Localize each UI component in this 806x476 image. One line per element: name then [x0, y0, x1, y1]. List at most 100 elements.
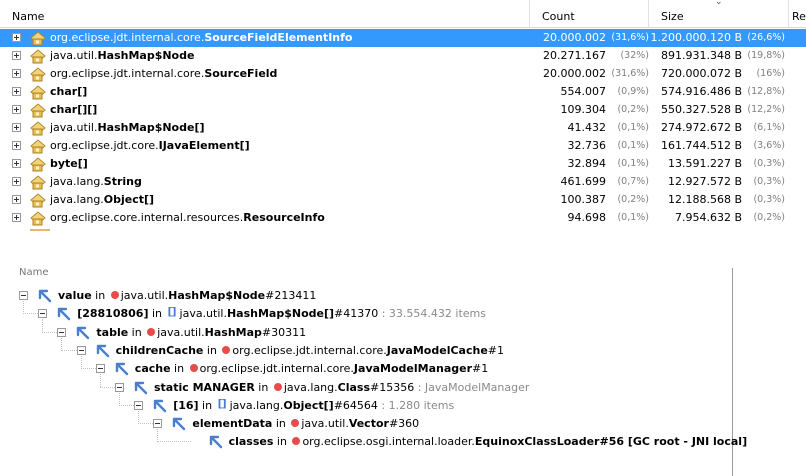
- collapse-toggle-icon[interactable]: [134, 400, 144, 410]
- tree-column-header[interactable]: Name: [19, 267, 49, 278]
- partial-row: [0, 229, 806, 232]
- class-package-icon: [30, 139, 46, 154]
- expand-toggle-icon[interactable]: [12, 105, 21, 114]
- table-row[interactable]: java.util.HashMap$Node[] 41.432 (0,1%) 274.…: [0, 119, 806, 137]
- collapse-toggle-icon[interactable]: [19, 291, 28, 300]
- class-name: char[]: [50, 85, 88, 98]
- class-name: byte[]: [50, 157, 88, 170]
- class-package-icon: [30, 157, 46, 172]
- tree-connector-horizontal: [157, 441, 191, 443]
- class-name: java.util.HashMap$Node[]: [50, 121, 205, 134]
- column-header-count[interactable]: Count: [530, 0, 649, 28]
- class-package-icon: [30, 103, 46, 118]
- node-note: : 33.554.432 items: [378, 307, 486, 321]
- expand-toggle-icon[interactable]: [12, 213, 21, 222]
- shallow-size: 12.927.572 B: [667, 175, 742, 188]
- reference-label: cache in org.eclipse.jdt.internal.core.J…: [134, 362, 489, 376]
- array-brackets-icon: [168, 305, 178, 318]
- instance-count: 41.432: [567, 121, 607, 134]
- collapse-toggle-icon[interactable]: [115, 382, 124, 392]
- instance-count-percent: (0,2%): [617, 194, 649, 205]
- expand-toggle-icon[interactable]: [12, 87, 21, 96]
- class-package-icon: [30, 211, 46, 226]
- tree-connector-vertical: [23, 301, 24, 315]
- expand-toggle-icon[interactable]: [12, 141, 21, 150]
- field-name: value: [58, 289, 92, 302]
- instance-count: 94.698: [567, 211, 607, 224]
- shallow-size: 574.916.486 B: [660, 85, 742, 98]
- field-name: childrenCache: [115, 343, 204, 357]
- instance-dot-icon: [292, 437, 301, 446]
- reference-label: elementData in java.util.Vector#360: [192, 417, 420, 431]
- instance-count: 461.699: [560, 175, 607, 188]
- class-name: java.lang.Object[]: [50, 193, 155, 206]
- instance-count: 554.007: [560, 85, 607, 98]
- shallow-size-percent: (0,3%): [753, 176, 785, 187]
- shallow-size: 891.931.348 B: [660, 49, 742, 62]
- reference-label: childrenCache in org.eclipse.jdt.interna…: [115, 343, 504, 357]
- table-row[interactable]: java.lang.String 461.699 (0,7%) 12.927.572 …: [0, 173, 806, 191]
- shallow-size: 550.327.528 B: [660, 103, 742, 116]
- class-package-icon: [30, 49, 46, 64]
- table-row[interactable]: org.eclipse.jdt.core.IJavaElement[] 32.73…: [0, 137, 806, 155]
- table-row[interactable]: byte[] 32.894 (0,1%) 13.591.227 B (0,3%): [0, 155, 806, 173]
- gc-root-path-tree: Name value in java.util.HashMap$Node#213…: [0, 267, 747, 476]
- collapse-toggle-icon[interactable]: [57, 327, 67, 337]
- expand-toggle-icon[interactable]: [12, 69, 21, 78]
- table-row[interactable]: org.eclipse.jdt.internal.core.SourceFiel…: [0, 65, 806, 83]
- tree-connector-horizontal: [61, 349, 77, 351]
- sort-descending-icon: ⌄: [715, 0, 723, 7]
- expand-toggle-icon[interactable]: [12, 51, 21, 60]
- reference-arrow-icon: [57, 308, 71, 321]
- collapse-toggle-icon[interactable]: [153, 419, 163, 429]
- instance-count: 32.736: [567, 139, 607, 152]
- tree-connector-vertical: [61, 337, 63, 351]
- table-row[interactable]: java.util.HashMap$Node 20.271.167 (32%) 891…: [0, 47, 806, 65]
- table-row[interactable]: org.eclipse.core.internal.resources.Reso…: [0, 209, 806, 227]
- tree-connector-horizontal: [99, 386, 115, 388]
- column-header-size[interactable]: Size ⌄: [649, 0, 789, 28]
- expand-toggle-icon[interactable]: [12, 195, 21, 204]
- field-name: [16]: [173, 398, 199, 412]
- tree-connector-horizontal: [23, 313, 39, 315]
- field-name: static MANAGER: [154, 380, 255, 394]
- reference-arrow-icon: [134, 381, 148, 394]
- class-name: org.eclipse.core.internal.resources.Reso…: [50, 211, 325, 224]
- instance-count-percent: (0,9%): [617, 86, 649, 97]
- column-header-count-label: Count: [542, 10, 575, 23]
- instance-count: 109.304: [560, 103, 607, 116]
- shallow-size: 13.591.227 B: [667, 157, 742, 170]
- column-header-name[interactable]: Name: [0, 0, 530, 28]
- instance-count: 20.271.167: [543, 49, 606, 62]
- shallow-size-percent: (0,3%): [753, 194, 785, 205]
- expand-toggle-icon[interactable]: [12, 123, 21, 132]
- table-row[interactable]: org.eclipse.jdt.internal.core.SourceFiel…: [0, 29, 806, 47]
- expand-toggle-icon[interactable]: [12, 33, 21, 42]
- shallow-size-percent: (16%): [756, 68, 785, 79]
- instance-dot-icon: [110, 291, 119, 299]
- expand-toggle-icon[interactable]: [12, 159, 21, 168]
- column-header-retained[interactable]: Re: [789, 0, 806, 28]
- shallow-size-percent: (12,8%): [747, 86, 785, 97]
- table-row[interactable]: char[][] 109.304 (0,2%) 550.327.528 B (12,2%…: [0, 101, 806, 119]
- expand-toggle-icon[interactable]: [12, 177, 21, 186]
- collapse-toggle-icon[interactable]: [38, 309, 48, 319]
- reference-arrow-icon: [77, 326, 90, 339]
- shallow-size: 720.000.072 B: [660, 67, 742, 80]
- reference-label: table in java.util.HashMap#30311: [96, 325, 307, 339]
- tree-connector-horizontal: [138, 423, 154, 425]
- instance-count: 20.000.002: [543, 67, 606, 80]
- class-package-icon: [30, 31, 46, 46]
- table-row[interactable]: java.lang.Object[] 100.387 (0,2%) 12.188.56…: [0, 191, 806, 209]
- shallow-size: 1.200.000.120 B: [650, 31, 742, 44]
- tree-connector-vertical: [80, 355, 82, 370]
- shallow-size: 274.972.672 B: [660, 121, 742, 134]
- collapse-toggle-icon[interactable]: [76, 345, 86, 355]
- reference-arrow-icon: [153, 399, 167, 412]
- tree-connector-vertical: [157, 429, 159, 443]
- reference-arrow-icon: [38, 289, 52, 303]
- table-row[interactable]: char[] 554.007 (0,9%) 574.916.486 B (12,8%): [0, 83, 806, 101]
- collapse-toggle-icon[interactable]: [95, 364, 105, 374]
- column-header-name-label: Name: [12, 10, 45, 23]
- class-name: java.lang.String: [50, 175, 142, 188]
